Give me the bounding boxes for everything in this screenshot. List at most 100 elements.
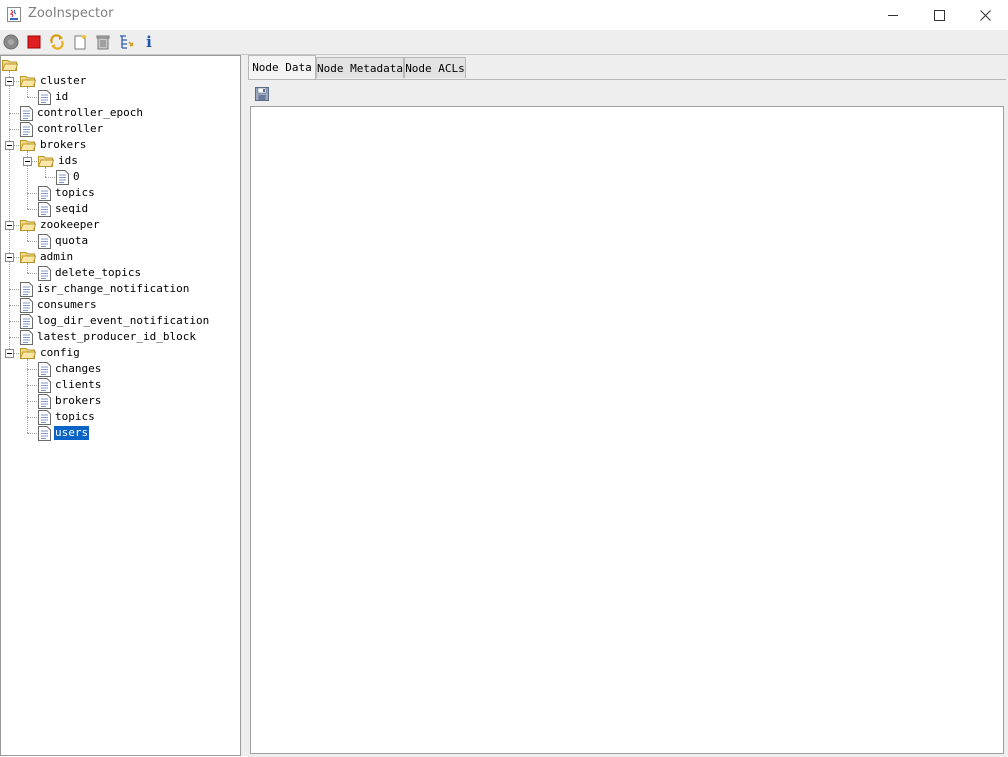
tree-horizontal-connector <box>27 385 37 386</box>
tab-node-metadata[interactable]: Node Metadata <box>316 57 404 78</box>
tree-node[interactable]: id <box>38 89 69 105</box>
tree-node-label[interactable]: seqid <box>54 202 89 216</box>
tree-node[interactable]: topics <box>38 185 96 201</box>
tree-node-label[interactable]: log_dir_event_notification <box>36 314 210 328</box>
tree-node-label[interactable]: latest_producer_id_block <box>36 330 197 344</box>
tree-node-label[interactable]: clients <box>54 378 102 392</box>
document-icon <box>20 329 33 345</box>
document-icon <box>38 265 51 281</box>
minimize-button[interactable] <box>870 0 916 30</box>
tree-node[interactable]: 0 <box>56 169 81 185</box>
tree-node-label[interactable]: changes <box>54 362 102 376</box>
collapse-toggle[interactable] <box>5 253 14 262</box>
close-button[interactable] <box>962 0 1008 30</box>
open-folder-icon <box>38 154 54 168</box>
document-icon <box>20 281 33 297</box>
maximize-icon <box>933 9 945 21</box>
tree-node[interactable]: config <box>20 345 81 361</box>
tree-node[interactable]: ids <box>38 153 79 169</box>
document-icon <box>38 361 51 377</box>
add-node-button[interactable] <box>71 33 89 51</box>
tree-node-label[interactable]: config <box>39 346 81 360</box>
tree-node-label[interactable]: admin <box>39 250 74 264</box>
disconnect-button[interactable] <box>25 33 43 51</box>
document-icon <box>38 393 51 409</box>
tree-node-label[interactable]: id <box>54 90 69 104</box>
document-icon <box>38 89 51 105</box>
close-icon <box>979 9 991 21</box>
tree-node-label[interactable]: isr_change_notification <box>36 282 190 296</box>
tree-node[interactable]: cluster <box>20 73 87 89</box>
document-icon <box>38 201 51 217</box>
tree-node-label[interactable]: users <box>54 426 90 440</box>
tab-node-acls[interactable]: Node ACLs <box>404 57 466 78</box>
tree-node[interactable]: users <box>38 425 90 441</box>
tree-node[interactable]: brokers <box>20 137 87 153</box>
window-title: ZooInspector <box>28 6 114 21</box>
tree-node-label[interactable]: 0 <box>72 170 81 184</box>
node-tree-panel[interactable]: cluster id controller_epoch controller broke… <box>0 55 241 756</box>
tree-node-label[interactable]: cluster <box>39 74 87 88</box>
tree-horizontal-connector <box>9 129 19 130</box>
tree-node[interactable]: admin <box>20 249 74 265</box>
tree-node[interactable]: isr_change_notification <box>20 281 190 297</box>
node-viewers-button[interactable] <box>117 33 135 51</box>
tree-node-label[interactable]: delete_topics <box>54 266 142 280</box>
tree-horizontal-connector <box>27 273 37 274</box>
tree-node[interactable]: quota <box>38 233 89 249</box>
tree-root[interactable] <box>2 57 18 73</box>
tree-node-label[interactable]: brokers <box>39 138 87 152</box>
tree-node[interactable]: delete_topics <box>38 265 142 281</box>
maximize-button[interactable] <box>916 0 962 30</box>
tree-node[interactable]: topics <box>38 409 96 425</box>
tree-node-label[interactable]: quota <box>54 234 89 248</box>
collapse-toggle[interactable] <box>5 349 14 358</box>
tree-node[interactable]: clients <box>38 377 102 393</box>
tree-node[interactable]: brokers <box>38 393 102 409</box>
tree-node[interactable]: controller_epoch <box>20 105 144 121</box>
open-folder-icon <box>20 346 36 360</box>
about-button[interactable]: i <box>140 33 158 51</box>
tree-node[interactable]: consumers <box>20 297 98 313</box>
tree-node[interactable]: changes <box>38 361 102 377</box>
document-icon <box>56 169 69 185</box>
tree-horizontal-connector <box>27 369 37 370</box>
tree-node-label[interactable]: topics <box>54 410 96 424</box>
tree-node[interactable]: zookeeper <box>20 217 101 233</box>
tree-node-label[interactable]: zookeeper <box>39 218 101 232</box>
tree-node-label[interactable]: controller <box>36 122 104 136</box>
tree-node-label[interactable]: controller_epoch <box>36 106 144 120</box>
delete-node-button[interactable] <box>94 33 112 51</box>
connect-icon <box>3 34 19 50</box>
collapse-toggle[interactable] <box>5 77 14 86</box>
tree-node[interactable]: controller <box>20 121 104 137</box>
title-bar: ZooInspector <box>0 0 1008 30</box>
node-data-textarea[interactable] <box>250 106 1004 754</box>
stop-icon <box>27 35 41 49</box>
open-folder-icon <box>20 138 36 152</box>
tree-horizontal-connector <box>27 433 37 434</box>
open-folder-icon <box>20 218 36 232</box>
save-node-data-button[interactable] <box>254 86 270 102</box>
document-icon <box>20 105 33 121</box>
tree-horizontal-connector <box>9 321 19 322</box>
open-folder-icon <box>20 250 36 264</box>
collapse-toggle[interactable] <box>5 141 14 150</box>
connect-button[interactable] <box>2 33 20 51</box>
tree-node[interactable]: log_dir_event_notification <box>20 313 210 329</box>
info-icon: i <box>146 33 152 51</box>
document-icon <box>38 233 51 249</box>
tree-node-label[interactable]: consumers <box>36 298 98 312</box>
tree-node[interactable]: latest_producer_id_block <box>20 329 197 345</box>
tree-node[interactable]: seqid <box>38 201 89 217</box>
tree-horizontal-connector <box>27 401 37 402</box>
tree-node-label[interactable]: brokers <box>54 394 102 408</box>
tree-node-label[interactable]: ids <box>57 154 79 168</box>
collapse-toggle[interactable] <box>5 221 14 230</box>
refresh-button[interactable] <box>48 33 66 51</box>
tree-horizontal-connector <box>27 241 37 242</box>
tree-node-label[interactable]: topics <box>54 186 96 200</box>
tree-horizontal-connector <box>9 113 19 114</box>
collapse-toggle[interactable] <box>23 157 32 166</box>
tab-node-data[interactable]: Node Data <box>248 55 316 79</box>
